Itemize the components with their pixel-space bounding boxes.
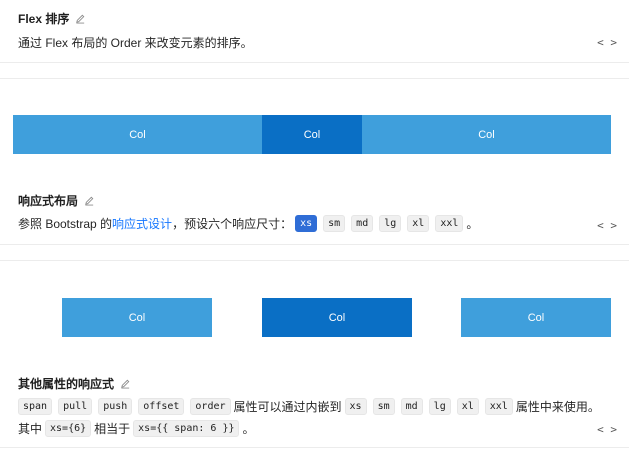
section-title-other-responsive: 其他属性的响应式 — [18, 375, 131, 392]
edit-icon[interactable] — [120, 378, 131, 389]
code-xs-span-6: xs={{ span: 6 }} — [133, 420, 240, 437]
size-code-xl: xl — [407, 215, 430, 232]
code-toggle-icon[interactable]: < > — [597, 36, 617, 49]
section-desc-responsive-layout: 参照 Bootstrap 的 响应式设计 ，预设六个响应尺寸： xs sm md… — [18, 215, 479, 232]
prop-code-push: push — [98, 398, 133, 415]
col-block: Col — [62, 298, 212, 337]
section-desc-other-responsive-line2: 其中 xs={6} 相当于 xs={{ span: 6 }} 。 — [18, 420, 255, 437]
size-code-md: md — [351, 215, 374, 232]
col-block: Col — [13, 115, 262, 154]
prop-code-span: span — [18, 398, 53, 415]
size-code-xxl: xxl — [484, 398, 513, 415]
col-block: Col — [262, 298, 412, 337]
size-code-xl: xl — [456, 398, 479, 415]
code-toggle-icon[interactable]: < > — [597, 423, 617, 436]
divider — [0, 447, 629, 448]
code-toggle-icon[interactable]: < > — [597, 219, 617, 232]
size-code-sm: sm — [372, 398, 395, 415]
section-title-flex-order: Flex 排序 — [18, 10, 86, 27]
divider — [0, 78, 629, 79]
section-desc-flex-order: 通过 Flex 布局的 Order 来改变元素的排序。 — [18, 36, 253, 50]
col-block: Col — [262, 115, 362, 154]
divider — [0, 244, 629, 245]
size-code-xxl: xxl — [435, 215, 464, 232]
prop-code-offset: offset — [138, 398, 185, 415]
col-block: Col — [362, 115, 611, 154]
size-code-xs: xs — [295, 215, 318, 232]
edit-icon[interactable] — [84, 195, 95, 206]
prop-code-pull: pull — [58, 398, 93, 415]
bootstrap-responsive-link[interactable]: 响应式设计 — [112, 215, 172, 232]
size-code-md: md — [400, 398, 423, 415]
section-title-responsive-layout: 响应式布局 — [18, 192, 95, 209]
divider — [0, 260, 629, 261]
edit-icon[interactable] — [75, 13, 86, 24]
code-xs-6: xs={6} — [45, 420, 92, 437]
size-code-lg: lg — [379, 215, 402, 232]
size-code-sm: sm — [323, 215, 346, 232]
prop-code-order: order — [190, 398, 231, 415]
size-code-xs: xs — [344, 398, 367, 415]
size-code-lg: lg — [428, 398, 451, 415]
col-block: Col — [461, 298, 611, 337]
section-desc-other-responsive-line1: span pull push offset order 属性可以通过内嵌到 xs… — [18, 398, 600, 415]
divider — [0, 62, 629, 63]
